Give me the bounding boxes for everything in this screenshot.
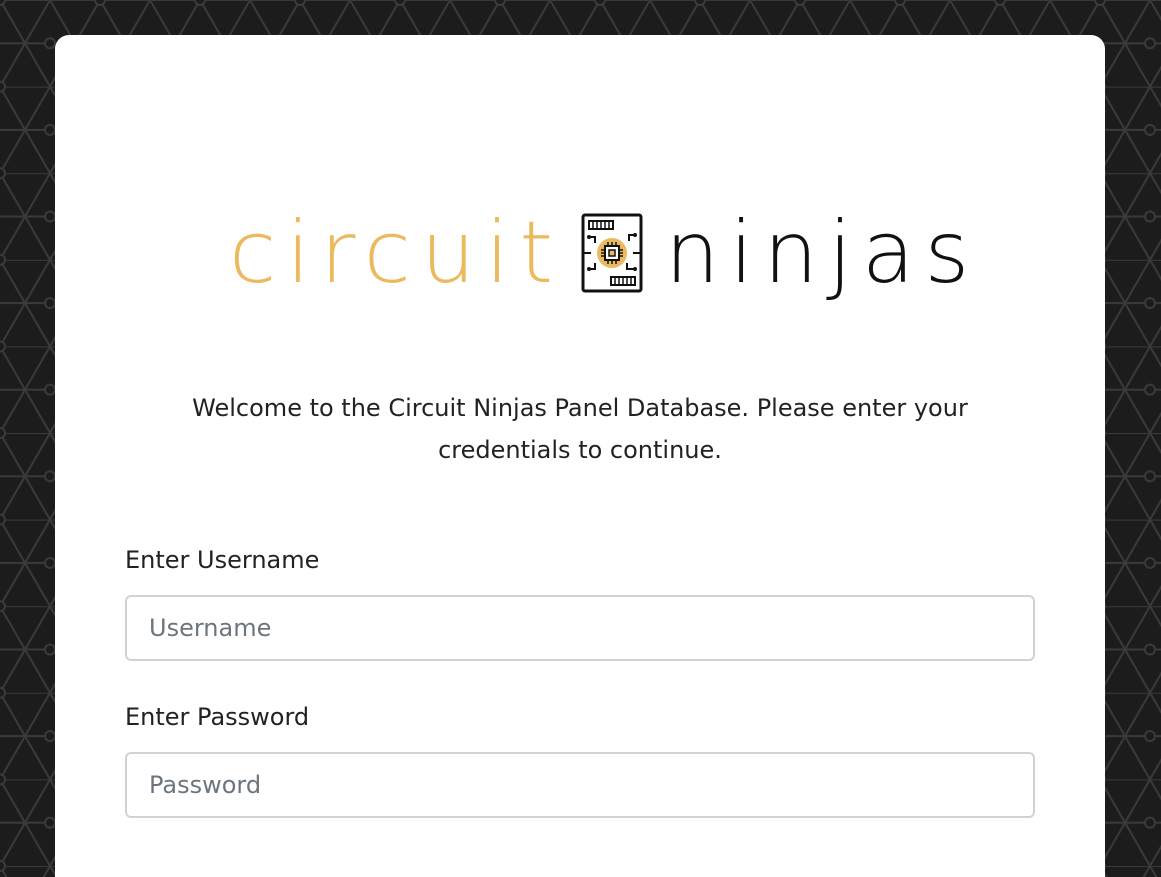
username-label: Enter Username — [125, 546, 320, 574]
logo-word-circuit: circuit — [229, 203, 564, 303]
circuit-chip-icon — [581, 213, 643, 293]
welcome-message: Welcome to the Circuit Ninjas Panel Data… — [192, 394, 968, 464]
password-input[interactable] — [125, 752, 1035, 818]
circuit-ninjas-logo: circuit ninjas — [229, 203, 969, 303]
password-label: Enter Password — [125, 703, 310, 731]
login-card: circuit ninjas Welcome to the Circuit Ni… — [55, 35, 1105, 877]
username-input[interactable] — [125, 595, 1035, 661]
logo-word-ninjas: ninjas — [665, 203, 980, 303]
